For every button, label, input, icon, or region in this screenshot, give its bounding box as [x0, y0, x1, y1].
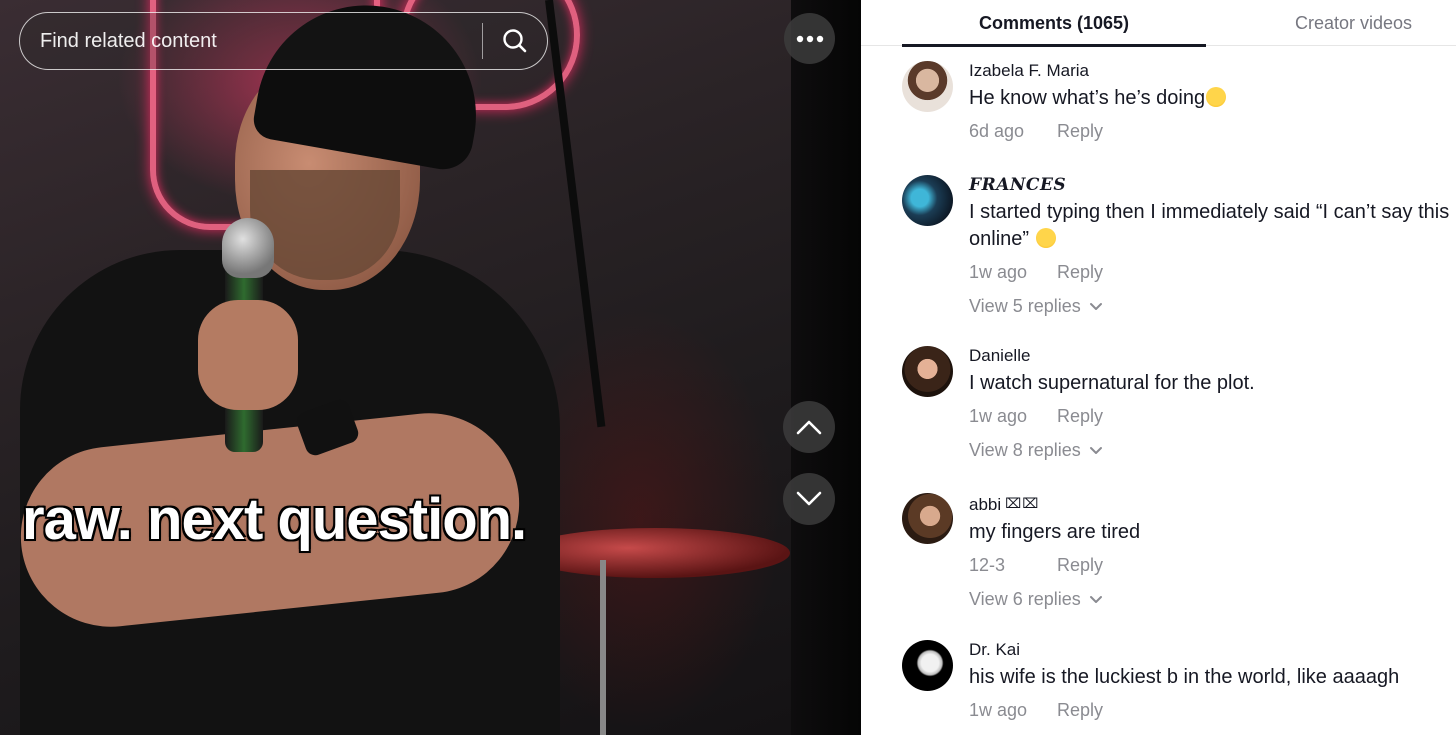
comment-meta: 1w ago Reply: [969, 261, 1456, 283]
video-caption: raw. next question.: [22, 487, 527, 552]
view-replies-label: View 6 replies: [969, 589, 1081, 609]
comment-username[interactable]: Danielle: [969, 345, 1456, 367]
comment-text-content: He know what’s he’s doing: [969, 87, 1206, 109]
reply-button[interactable]: Reply: [1057, 405, 1103, 427]
comment-timestamp: 1w ago: [969, 700, 1028, 720]
comment-text: my fingers are tired: [969, 521, 1141, 543]
comment-username[interactable]: Dr. Kai: [969, 639, 1456, 661]
video-player[interactable]: raw. next question.: [0, 0, 861, 735]
more-options-button[interactable]: [784, 13, 835, 64]
comment-timestamp: 1w ago: [969, 406, 1028, 426]
comment-text: his wife is the luckiest b in the world,…: [969, 666, 1400, 688]
comment-username[interactable]: Izabela F. Maria: [969, 60, 1456, 82]
search-button[interactable]: [483, 13, 547, 69]
grinning-sweat-emoji: [1206, 87, 1227, 107]
search-bar[interactable]: [19, 12, 548, 70]
view-replies-button[interactable]: View 6 replies: [969, 588, 1456, 610]
avatar[interactable]: [902, 175, 953, 226]
view-replies-label: View 8 replies: [969, 440, 1081, 460]
view-replies-label: View 5 replies: [969, 296, 1081, 316]
comment-body: Dr. Kai his wife is the luckiest b in th…: [969, 639, 1456, 721]
comment-meta: 1w ago Reply: [969, 699, 1456, 721]
tab-bar: Comments (1065) Creator videos: [861, 0, 1456, 47]
comment-text: I started typing then I immediately said…: [969, 199, 1456, 253]
cymbal: [520, 528, 790, 578]
avatar[interactable]: [902, 61, 953, 112]
drum-stand: [600, 560, 606, 735]
search-input[interactable]: [20, 13, 482, 69]
comment-body: Danielle I watch supernatural for the pl…: [969, 345, 1456, 461]
comment-meta: 6d ago Reply: [969, 120, 1456, 142]
comment-username-text: abbi: [969, 495, 1002, 514]
comment-timestamp: 12-3: [969, 555, 1006, 575]
person-hand: [198, 300, 298, 410]
reply-button[interactable]: Reply: [1057, 554, 1103, 576]
comment-timestamp: 6d ago: [969, 121, 1025, 141]
chevron-down-icon: [1089, 595, 1102, 603]
chevron-up-icon: [796, 420, 822, 435]
comment-body: 𝑭𝑹𝑨𝑵𝑪𝑬𝑺 I started typing then I immediat…: [969, 174, 1456, 317]
comment-timestamp: 1w ago: [969, 262, 1028, 282]
comment-username[interactable]: abbi ⌧⌧: [969, 492, 1456, 516]
next-video-button[interactable]: [783, 473, 835, 525]
avatar[interactable]: [902, 640, 953, 691]
chevron-down-icon: [1089, 446, 1102, 454]
reply-button[interactable]: Reply: [1057, 120, 1103, 142]
username-symbols: ⌧⌧: [1005, 495, 1040, 511]
video-side-strip: [791, 0, 861, 735]
comments-panel: Comments (1065) Creator videos Izabela F…: [861, 0, 1456, 735]
chevron-down-icon: [796, 491, 822, 506]
comment-meta: 1w ago Reply: [969, 405, 1456, 427]
comment-body: Izabela F. Maria He know what’s he’s doi…: [969, 60, 1456, 142]
previous-video-button[interactable]: [783, 401, 835, 453]
tab-comments[interactable]: Comments (1065): [902, 0, 1206, 47]
comment-text: He know what’s he’s doing: [969, 85, 1456, 112]
search-icon: [503, 29, 527, 53]
loudly-crying-emoji: [1035, 228, 1056, 248]
comment-text: I watch supernatural for the plot.: [969, 372, 1255, 394]
view-replies-button[interactable]: View 5 replies: [969, 295, 1456, 317]
reply-button[interactable]: Reply: [1057, 699, 1103, 721]
comment-meta: 12-3 Reply: [969, 554, 1456, 576]
microphone-head: [222, 218, 274, 278]
more-horizontal-icon: [796, 35, 823, 42]
avatar[interactable]: [902, 346, 953, 397]
view-replies-button[interactable]: View 8 replies: [969, 439, 1456, 461]
chevron-down-icon: [1089, 302, 1102, 310]
avatar[interactable]: [902, 493, 953, 544]
mic-stand: [545, 0, 606, 428]
tab-creator-videos[interactable]: Creator videos: [1261, 0, 1456, 46]
reply-button[interactable]: Reply: [1057, 261, 1103, 283]
comment-username[interactable]: 𝑭𝑹𝑨𝑵𝑪𝑬𝑺: [969, 174, 1456, 196]
comment-body: abbi ⌧⌧ my fingers are tired 12-3 Reply V…: [969, 492, 1456, 610]
video-frame: raw. next question.: [0, 0, 791, 735]
